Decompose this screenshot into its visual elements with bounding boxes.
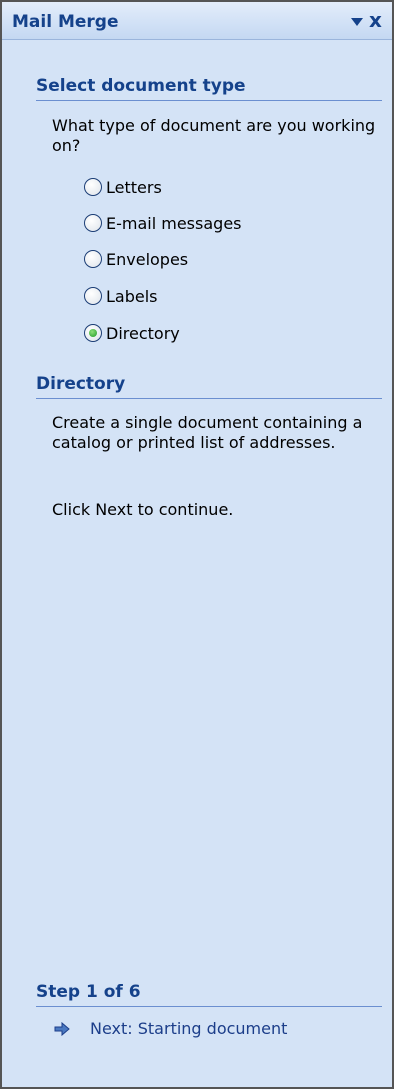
task-pane-menu-arrow-icon[interactable] <box>351 18 363 26</box>
task-pane-titlebar: Mail Merge x <box>2 2 392 40</box>
radio-option-email-messages[interactable]: E-mail messages <box>84 211 242 235</box>
select-document-type-heading: Select document type <box>36 76 382 101</box>
radio-label: E-mail messages <box>106 213 242 233</box>
step-indicator-heading: Step 1 of 6 <box>36 982 382 1007</box>
radio-label: Envelopes <box>106 249 189 269</box>
radio-option-letters[interactable]: Letters <box>84 175 162 199</box>
radio-option-labels[interactable]: Labels <box>84 284 158 308</box>
radio-option-envelopes[interactable]: Envelopes <box>84 247 188 271</box>
mail-merge-task-pane: Mail Merge x Select document type What t… <box>0 0 394 1089</box>
directory-heading: Directory <box>36 374 382 399</box>
radio-label: Letters <box>106 177 162 197</box>
radio-label: Labels <box>106 286 158 306</box>
continue-instruction: Click Next to continue. <box>52 500 234 519</box>
directory-description: Create a single document containing a ca… <box>52 413 363 452</box>
document-type-question: What type of document are you working on… <box>52 116 376 155</box>
next-starting-document-link[interactable]: Next: Starting document <box>54 1019 287 1038</box>
radio-button[interactable] <box>84 250 102 268</box>
task-pane-title: Mail Merge <box>12 12 119 32</box>
right-arrow-icon <box>54 1021 70 1036</box>
radio-button-selected[interactable] <box>84 324 102 342</box>
close-icon[interactable]: x <box>369 8 382 32</box>
next-link-label: Next: Starting document <box>90 1019 288 1038</box>
radio-button[interactable] <box>84 178 102 196</box>
radio-button[interactable] <box>84 214 102 232</box>
radio-label: Directory <box>106 323 180 343</box>
radio-option-directory[interactable]: Directory <box>84 321 180 345</box>
radio-button[interactable] <box>84 287 102 305</box>
